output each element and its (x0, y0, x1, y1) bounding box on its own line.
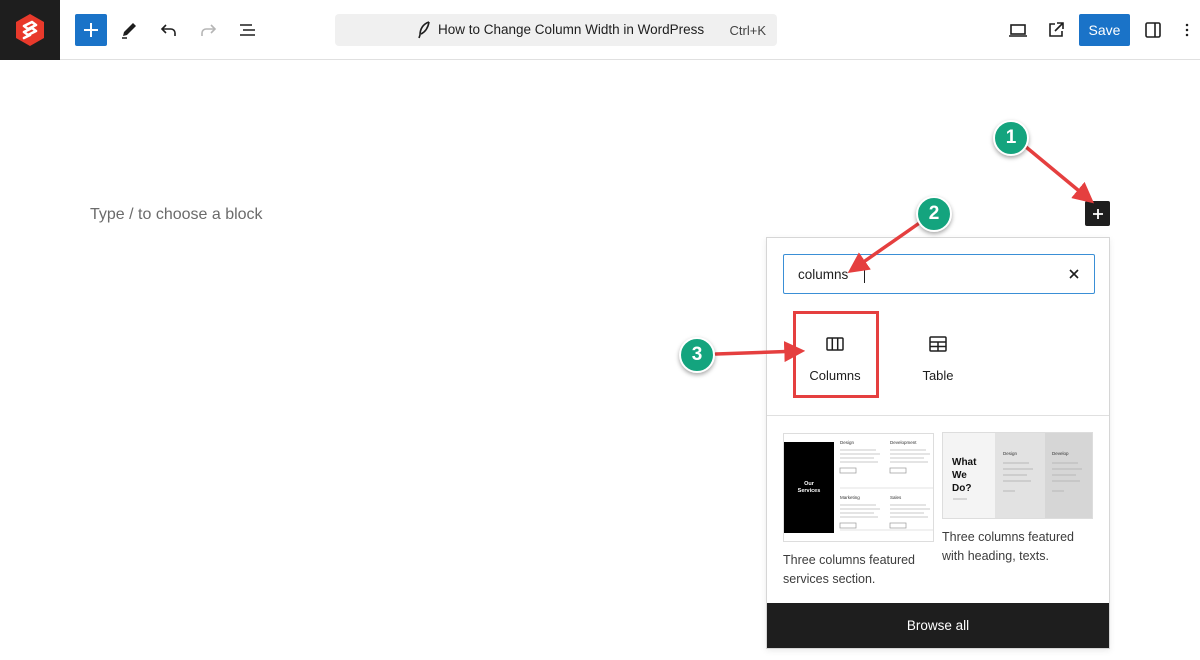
view-site-button[interactable] (1040, 14, 1072, 46)
command-shortcut: Ctrl+K (729, 23, 766, 38)
quill-icon (418, 21, 430, 39)
settings-sidebar-button[interactable] (1137, 14, 1169, 46)
tools-button[interactable] (113, 14, 145, 46)
table-icon (929, 336, 947, 352)
inline-inserter-button[interactable] (1085, 201, 1110, 226)
redo-button[interactable] (192, 14, 224, 46)
callout-badge-3: 3 (679, 337, 715, 373)
undo-button[interactable] (153, 14, 185, 46)
plus-icon (1092, 208, 1103, 219)
pattern-preview: Our Services Design Development Marketin… (783, 433, 934, 542)
block-inserter-button[interactable] (75, 14, 107, 46)
block-inserter-popover: Columns Table Our Services Design Develo… (766, 237, 1110, 649)
plus-icon (84, 23, 98, 37)
pattern-description: Three columns featured with heading, tex… (942, 530, 1075, 563)
undo-icon (160, 24, 176, 36)
block-option-table[interactable]: Table (898, 316, 978, 396)
redo-icon (201, 24, 217, 36)
block-option-label: Table (922, 368, 954, 383)
sidebar-icon (1145, 22, 1161, 38)
more-vertical-icon (1185, 23, 1189, 37)
highlight-box (793, 311, 879, 398)
pencil-icon (122, 23, 136, 39)
command-palette-bar[interactable]: How to Change Column Width in WordPress … (335, 14, 777, 46)
preview-button[interactable] (1002, 14, 1034, 46)
pattern-card-services[interactable]: Our Services Design Development Marketin… (783, 433, 934, 589)
callout-badge-1: 1 (993, 120, 1029, 156)
section-divider (767, 415, 1109, 416)
callout-badge-2: 2 (916, 196, 952, 232)
save-button[interactable]: Save (1079, 14, 1130, 46)
document-overview-button[interactable] (232, 14, 264, 46)
block-search-input[interactable] (798, 264, 1058, 284)
block-placeholder[interactable]: Type / to choose a block (90, 206, 263, 224)
pattern-card-what-we-do[interactable]: What We Do? Design Develop Three columns… (942, 432, 1093, 566)
list-view-icon (240, 24, 255, 36)
desktop-icon (1009, 24, 1027, 37)
block-search-field[interactable] (783, 254, 1095, 294)
site-logo-button[interactable] (0, 0, 60, 60)
browse-all-button[interactable]: Browse all (767, 603, 1109, 648)
close-icon[interactable] (1066, 266, 1082, 282)
preview-lines (953, 462, 1082, 500)
preview-lines (839, 449, 933, 531)
options-menu-button[interactable] (1177, 14, 1197, 46)
pattern-description: Three columns featured services section. (783, 553, 916, 586)
editor-header: How to Change Column Width in WordPress … (0, 0, 1200, 60)
document-title: How to Change Column Width in WordPress (438, 22, 705, 37)
pattern-preview: What We Do? Design Develop (942, 432, 1093, 519)
text-caret (864, 266, 865, 283)
logo-icon (16, 14, 44, 46)
external-link-icon (1049, 22, 1064, 37)
